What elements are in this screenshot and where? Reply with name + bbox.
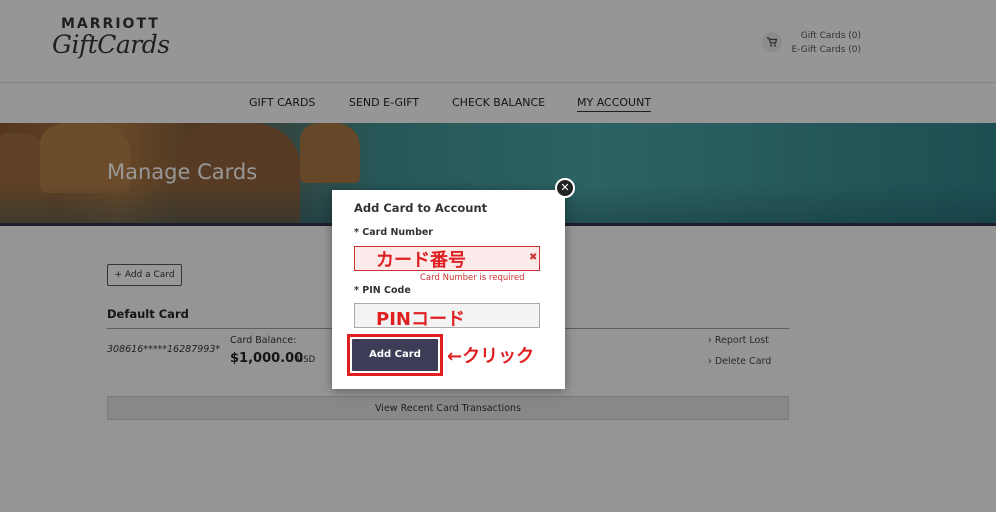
pin-code-annotation: PINコード [376, 309, 465, 330]
card-number-label: * Card Number [354, 227, 433, 238]
pin-code-label: * PIN Code [354, 285, 411, 296]
error-x-icon: ✖ [529, 252, 538, 263]
add-card-submit-button[interactable]: Add Card [352, 339, 438, 371]
click-annotation: ←クリック [447, 346, 535, 367]
close-icon[interactable]: ✕ [555, 178, 575, 198]
card-number-annotation: カード番号 [376, 250, 466, 271]
card-number-error: Card Number is required [420, 273, 525, 283]
modal-title: Add Card to Account [354, 201, 488, 215]
